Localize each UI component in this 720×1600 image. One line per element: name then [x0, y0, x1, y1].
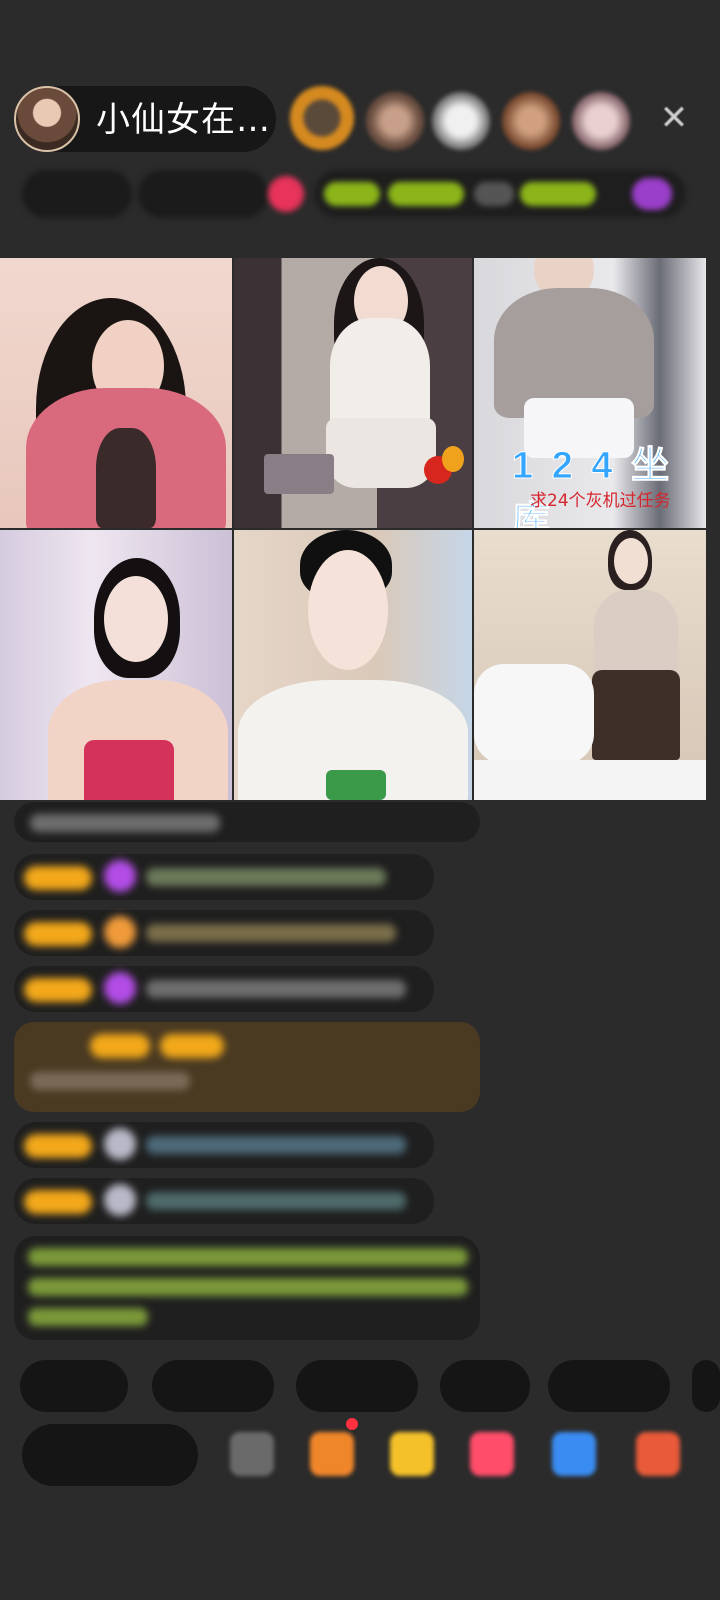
viewer-avatar-1[interactable]: [290, 86, 354, 150]
video-cell-1[interactable]: [0, 258, 232, 528]
tag-more-icon[interactable]: [632, 178, 672, 210]
chat-message-5[interactable]: [14, 1022, 480, 1112]
video-cell-6[interactable]: [474, 530, 706, 800]
chat-text-2: [146, 868, 386, 886]
fans-badge[interactable]: [138, 170, 268, 218]
video-cell-5[interactable]: [234, 530, 472, 800]
tag-2[interactable]: [388, 182, 464, 206]
video-overlay-number: 1 2 4 坐库: [512, 445, 674, 529]
quick-reply-1[interactable]: [20, 1360, 128, 1412]
close-icon[interactable]: ✕: [656, 100, 692, 136]
level-badge: [24, 922, 92, 946]
chat-text-6: [146, 1136, 406, 1154]
fan-badge-icon: [104, 916, 136, 948]
level-badge: [24, 1190, 92, 1214]
notification-dot: [346, 1418, 358, 1430]
share-icon[interactable]: [230, 1432, 274, 1476]
user-avatar: [104, 1128, 136, 1160]
chat-text-4: [146, 980, 406, 998]
tag-1[interactable]: [324, 182, 380, 206]
video-cell-3[interactable]: 1 2 4 坐库 求24个灰机过任务: [474, 258, 706, 528]
diamond-icon: [104, 972, 136, 1004]
chat-text-3: [146, 924, 396, 942]
rank-badge[interactable]: [22, 170, 132, 218]
level-badge: [160, 1034, 224, 1058]
gift-box-icon[interactable]: [310, 1432, 354, 1476]
host-name[interactable]: 小仙女在…: [96, 100, 271, 140]
tag-3[interactable]: [474, 182, 514, 206]
level-badge: [24, 866, 92, 890]
level-badge: [90, 1034, 150, 1058]
level-badge: [24, 978, 92, 1002]
notice-line-3: [28, 1308, 148, 1326]
viewer-avatar-3[interactable]: [432, 92, 490, 150]
viewer-avatar-2[interactable]: [366, 92, 424, 150]
video-overlay-task: 求24个灰机过任务: [530, 491, 671, 511]
chat-text-5: [30, 1072, 190, 1090]
quick-reply-2[interactable]: [152, 1360, 274, 1412]
viewer-avatar-4[interactable]: [502, 92, 560, 150]
quick-reply-5[interactable]: [548, 1360, 670, 1412]
level-badge: [24, 1134, 92, 1158]
video-cell-4[interactable]: [0, 530, 232, 800]
more-icon[interactable]: [636, 1432, 680, 1476]
tag-4[interactable]: [520, 182, 596, 206]
heart-gift-icon[interactable]: [470, 1432, 514, 1476]
live-indicator-icon: [268, 176, 304, 212]
comment-input[interactable]: [22, 1424, 198, 1486]
quick-reply-4[interactable]: [440, 1360, 530, 1412]
quick-reply-6[interactable]: [692, 1360, 720, 1412]
notice-line-1: [28, 1248, 468, 1266]
diamond-icon: [104, 860, 136, 892]
viewer-avatar-5[interactable]: [572, 92, 630, 150]
game-icon[interactable]: [552, 1432, 596, 1476]
lucky-gift-icon[interactable]: [390, 1432, 434, 1476]
host-avatar[interactable]: [14, 86, 80, 152]
chat-text-7: [146, 1192, 406, 1210]
chat-text-1: [30, 814, 220, 832]
user-avatar: [104, 1184, 136, 1216]
video-cell-2[interactable]: [234, 258, 472, 528]
quick-reply-3[interactable]: [296, 1360, 418, 1412]
notice-line-2: [28, 1278, 468, 1296]
